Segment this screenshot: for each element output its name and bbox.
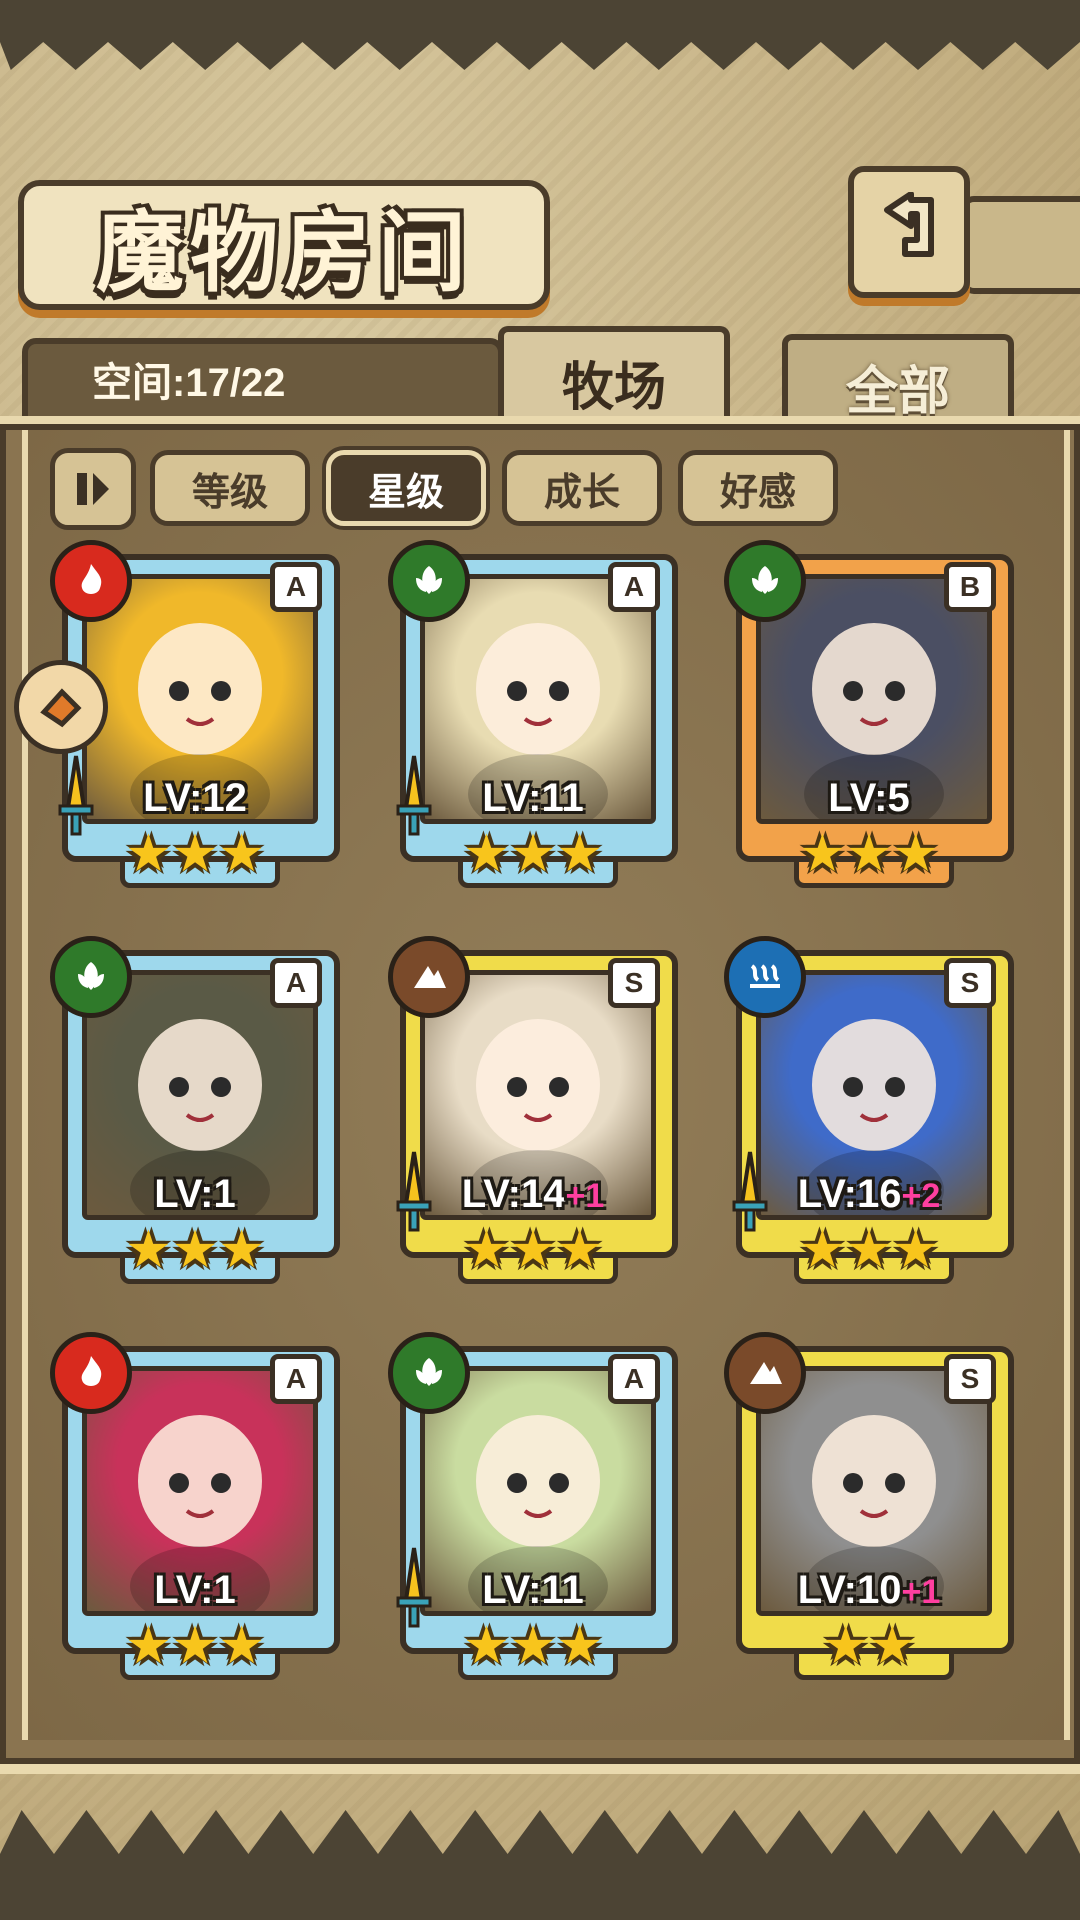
monster-card[interactable]: S LV:14+1 ★★★ [388, 936, 678, 1284]
level-value: LV:1 [154, 1568, 236, 1612]
level-value: LV:14 [461, 1172, 566, 1216]
grass-element-icon [50, 936, 132, 1018]
star-icon: ★ [463, 824, 510, 884]
page-title: 魔物房间 [95, 199, 472, 304]
fire-element-icon [50, 540, 132, 622]
star-rating: ★★★ [388, 1620, 678, 1672]
star-rating: ★★★ [50, 1620, 340, 1672]
return-arrow-icon [884, 192, 934, 257]
fire-element-icon [50, 1332, 132, 1414]
level-bonus: +2 [901, 1177, 941, 1215]
filter-star[interactable]: 星级 [326, 450, 486, 526]
monster-card[interactable]: S LV:16+2 ★★★ [724, 936, 1014, 1284]
earth-element-icon [388, 936, 470, 1018]
rank-badge: S [944, 958, 996, 1008]
star-icon: ★ [845, 824, 893, 884]
rank-badge: S [608, 958, 660, 1008]
star-icon: ★ [892, 824, 939, 884]
back-button[interactable] [848, 166, 970, 298]
rank-badge: A [270, 1354, 322, 1404]
team-marker-icon[interactable] [14, 660, 108, 754]
level-label: LV:10+1 [724, 1568, 1014, 1613]
star-icon: ★ [822, 1616, 869, 1676]
star-icon: ★ [799, 1220, 846, 1280]
star-icon: ★ [892, 1220, 939, 1280]
filter-level[interactable]: 等级 [150, 450, 310, 526]
sort-toggle-icon [77, 473, 109, 505]
grass-element-icon [724, 540, 806, 622]
level-value: LV:1 [154, 1172, 236, 1216]
star-icon: ★ [125, 1220, 172, 1280]
rank-badge: B [944, 562, 996, 612]
grass-element-icon [388, 1332, 470, 1414]
capacity-text: 空间:17/22 [92, 361, 286, 405]
bottom-border [0, 1810, 1080, 1920]
star-rating: ★★★ [388, 828, 678, 880]
star-rating: ★★★ [724, 828, 1014, 880]
level-value: LV:12 [143, 776, 247, 820]
rank-badge: A [608, 1354, 660, 1404]
level-label: LV:11 [388, 776, 678, 821]
rank-badge: S [944, 1354, 996, 1404]
star-rating: ★★★ [388, 1224, 678, 1276]
star-icon: ★ [171, 824, 219, 884]
star-icon: ★ [556, 824, 603, 884]
star-icon: ★ [509, 824, 557, 884]
star-icon: ★ [509, 1616, 557, 1676]
title-plaque: 魔物房间 [18, 180, 550, 310]
star-icon: ★ [869, 1616, 916, 1676]
rank-badge: A [608, 562, 660, 612]
star-icon: ★ [799, 824, 846, 884]
star-icon: ★ [125, 1616, 172, 1676]
water-element-icon [724, 936, 806, 1018]
level-label: LV:14+1 [388, 1172, 678, 1217]
monster-card[interactable]: A LV:1 ★★★ [50, 936, 340, 1284]
star-icon: ★ [463, 1616, 510, 1676]
star-icon: ★ [218, 1616, 265, 1676]
level-label: LV:5 [724, 776, 1014, 821]
monster-card[interactable]: B LV:5 ★★★ [724, 540, 1014, 888]
level-label: LV:11 [388, 1568, 678, 1613]
level-label: LV:12 [50, 776, 340, 821]
rank-badge: A [270, 562, 322, 612]
rank-badge: A [270, 958, 322, 1008]
level-value: LV:11 [482, 776, 584, 820]
star-icon: ★ [463, 1220, 510, 1280]
monster-card[interactable]: A LV:1 ★★★ [50, 1332, 340, 1680]
level-value: LV:11 [482, 1568, 584, 1612]
star-rating: ★★★ [724, 1224, 1014, 1276]
star-rating: ★★★ [50, 1224, 340, 1276]
grass-element-icon [388, 540, 470, 622]
level-value: LV:16 [797, 1172, 902, 1216]
star-icon: ★ [845, 1220, 893, 1280]
earth-element-icon [724, 1332, 806, 1414]
filter-affection[interactable]: 好感 [678, 450, 838, 526]
star-icon: ★ [556, 1616, 603, 1676]
level-value: LV:5 [828, 776, 910, 820]
back-tab-decor [960, 196, 1080, 294]
monster-card[interactable]: A LV:11 ★★★ [388, 1332, 678, 1680]
level-bonus: +1 [565, 1177, 605, 1215]
level-label: LV:16+2 [724, 1172, 1014, 1217]
star-icon: ★ [509, 1220, 557, 1280]
star-icon: ★ [218, 1220, 265, 1280]
star-icon: ★ [171, 1220, 219, 1280]
sort-order-button[interactable] [50, 448, 136, 530]
star-icon: ★ [171, 1616, 219, 1676]
level-value: LV:10 [797, 1568, 902, 1612]
star-rating: ★★ [724, 1620, 1014, 1672]
monster-card[interactable]: S LV:10+1 ★★ [724, 1332, 1014, 1680]
filter-growth[interactable]: 成长 [502, 450, 662, 526]
star-icon: ★ [125, 824, 172, 884]
star-rating: ★★★ [50, 828, 340, 880]
monster-card[interactable]: A LV:11 ★★★ [388, 540, 678, 888]
star-icon: ★ [218, 824, 265, 884]
level-bonus: +1 [901, 1573, 941, 1611]
star-icon: ★ [556, 1220, 603, 1280]
level-label: LV:1 [50, 1172, 340, 1217]
level-label: LV:1 [50, 1568, 340, 1613]
